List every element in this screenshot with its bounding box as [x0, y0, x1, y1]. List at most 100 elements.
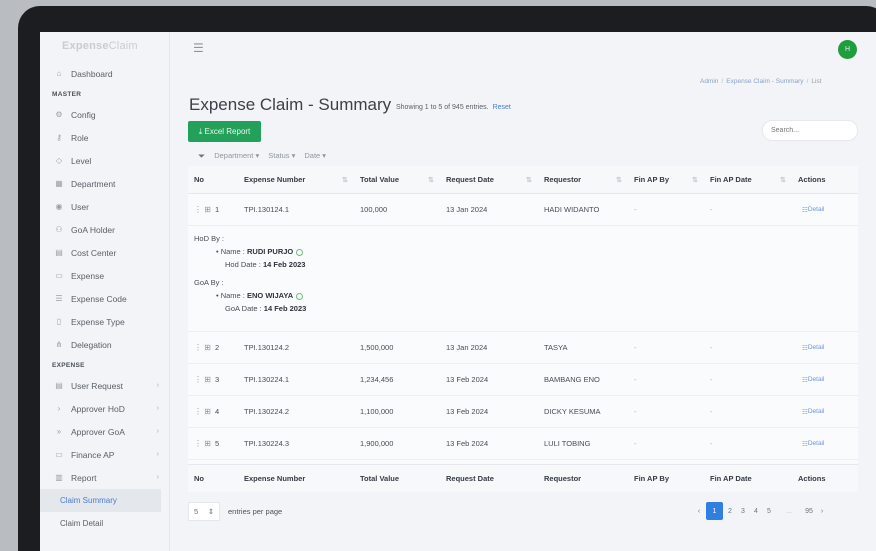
cell-value: 100,000 — [360, 205, 388, 214]
filter-date[interactable]: Date ▾ — [304, 151, 326, 162]
sidebar-item-role[interactable]: ⚷ Role — [40, 126, 169, 149]
sort-icon[interactable]: ⇅ — [526, 166, 532, 193]
sidebar-sub-item-claim-detail[interactable]: Claim Detail — [40, 512, 169, 535]
expand-toggle-icon[interactable]: ⋮ ⊞ — [194, 407, 211, 416]
expand-toggle-icon[interactable]: ⋮ ⊞ — [194, 375, 211, 384]
table-row[interactable]: ⋮ ⊞ 5 TPI.130224.3 1,900,000 13 Feb 2024 LULI… — [188, 428, 858, 460]
column-header-no: No — [194, 175, 204, 184]
sidebar-item-report[interactable]: ▥ Report › — [40, 466, 169, 489]
sidebar-item-level[interactable]: ◇ Level — [40, 149, 169, 172]
column-header-request-date[interactable]: Request Date — [446, 166, 494, 193]
sidebar-item-user-request[interactable]: ▤ User Request › — [40, 374, 169, 397]
row-number: 5 — [214, 439, 220, 448]
chevron-right-icon: › — [156, 382, 159, 389]
per-page-select[interactable]: 5 ⇕ — [188, 502, 220, 521]
chevron-right-icon: › — [156, 405, 159, 412]
detail-button[interactable]: ☷ Detail — [802, 428, 824, 459]
hamburger-menu-icon[interactable]: ☰ — [193, 41, 204, 55]
cell-requestor: LULI TOBING — [544, 439, 591, 448]
sort-icon[interactable]: ⇅ — [692, 166, 698, 193]
cell-number: TPI.130224.3 — [244, 439, 290, 448]
search-input[interactable] — [762, 120, 858, 141]
cell-no: ⋮ ⊞ 3 — [194, 364, 219, 395]
excel-report-button[interactable]: ⤓ Excel Report — [188, 121, 261, 142]
sidebar-item-expense[interactable]: ▭ Expense — [40, 264, 169, 287]
sidebar-item-label: User Request — [71, 380, 123, 391]
sidebar-item-dashboard[interactable]: ⌂ Dashboard — [40, 62, 169, 85]
expand-toggle-icon[interactable]: ⋮ ⊞ — [194, 205, 211, 214]
sidebar-item-approver-hod[interactable]: › Approver HoD › — [40, 397, 169, 420]
sidebar-item-goa-holder[interactable]: ⚇ GoA Holder — [40, 218, 169, 241]
expand-toggle-icon[interactable]: ⋮ ⊞ — [194, 439, 211, 448]
page-5-button[interactable]: 5 — [763, 502, 775, 520]
page-3-button[interactable]: 3 — [737, 502, 749, 520]
filter-department[interactable]: Department ▾ — [214, 151, 259, 162]
sidebar-item-label: Finance AP — [71, 449, 115, 460]
column-header-fin-ap-by[interactable]: Fin AP By — [634, 166, 669, 193]
column-footer-request-date[interactable]: Request Date — [446, 465, 494, 492]
detail-button[interactable]: ☷ Detail — [802, 396, 824, 427]
breadcrumb-current: List — [811, 78, 822, 85]
filter-icon: ⏷ — [198, 151, 206, 161]
column-footer-fin-ap-by[interactable]: Fin AP By — [634, 465, 669, 492]
filter-bar: ⏷ Department ▾ Status ▾ Date ▾ — [198, 151, 326, 162]
prev-page-button[interactable]: ‹ — [693, 502, 705, 520]
detail-button[interactable]: ☷ Detail — [802, 332, 824, 363]
page-1-button[interactable]: 1 — [706, 502, 723, 520]
table-row[interactable]: ⋮ ⊞ 3 TPI.130224.1 1,234,456 13 Feb 2024 BAMB… — [188, 364, 858, 396]
cell-value: 1,234,456 — [360, 375, 394, 384]
sidebar-item-expense-code[interactable]: ☰ Expense Code — [40, 287, 169, 310]
next-page-button[interactable]: › — [816, 502, 828, 520]
sidebar-item-department[interactable]: ▦ Department — [40, 172, 169, 195]
goa-label: GoA By : — [194, 278, 224, 287]
sidebar-item-label: Report — [71, 472, 97, 483]
column-footer-requestor[interactable]: Requestor — [544, 465, 581, 492]
column-header-fin-ap-date[interactable]: Fin AP Date — [710, 166, 752, 193]
sidebar-item-delegation[interactable]: ⋔ Delegation — [40, 333, 169, 356]
sidebar-item-cost-center[interactable]: ▤ Cost Center — [40, 241, 169, 264]
page-2-button[interactable]: 2 — [724, 502, 736, 520]
sort-icon[interactable]: ⇅ — [780, 166, 786, 193]
sidebar: ExpenseClaim ⌂ Dashboard MASTER ⚙ Config ⚷ R… — [40, 32, 170, 551]
sort-icon[interactable]: ⇅ — [428, 166, 434, 193]
table-row[interactable]: ⋮ ⊞ 1 TPI.130124.1 100,000 13 Jan 2024 HADI W… — [188, 194, 858, 226]
chevron-right-icon: › — [156, 428, 159, 435]
grid-icon: ▤ — [55, 248, 63, 257]
cell-requestor: HADI WIDANTO — [544, 205, 600, 214]
column-footer-fin-ap-date[interactable]: Fin AP Date — [710, 465, 752, 492]
sort-icon[interactable]: ⇅ — [342, 166, 348, 193]
sidebar-item-expense-type[interactable]: ▯ Expense Type — [40, 310, 169, 333]
table-row[interactable]: ⋮ ⊞ 2 TPI.130124.2 1,500,000 13 Jan 2024 TASY… — [188, 332, 858, 364]
avatar[interactable]: H — [838, 40, 857, 59]
page-4-button[interactable]: 4 — [750, 502, 762, 520]
sidebar-item-config[interactable]: ⚙ Config — [40, 103, 169, 126]
sidebar-sub-item-claim-summary[interactable]: Claim Summary — [40, 489, 161, 512]
sidebar-item-user[interactable]: ◉ User — [40, 195, 169, 218]
column-header-expense-number[interactable]: Expense Number — [244, 166, 305, 193]
column-footer-total-value[interactable]: Total Value — [360, 465, 399, 492]
breadcrumb-admin[interactable]: Admin — [700, 78, 718, 85]
column-footer-expense-number[interactable]: Expense Number — [244, 465, 305, 492]
per-page-control: 5 ⇕ entries per page — [188, 502, 282, 521]
column-header-total-value[interactable]: Total Value — [360, 166, 399, 193]
row-number: 4 — [214, 407, 220, 416]
sidebar-item-approver-goa[interactable]: » Approver GoA › — [40, 420, 169, 443]
page-last-button[interactable]: 95 — [803, 502, 815, 520]
sidebar-item-finance-ap[interactable]: ▭ Finance AP › — [40, 443, 169, 466]
key-icon: ⚷ — [56, 133, 62, 142]
cell-value: 1,500,000 — [360, 343, 394, 352]
expand-toggle-icon[interactable]: ⋮ ⊞ — [194, 343, 211, 352]
clipboard-icon: ▤ — [55, 381, 63, 390]
reset-link[interactable]: Reset — [493, 104, 511, 111]
app-screen: ExpenseClaim ⌂ Dashboard MASTER ⚙ Config ⚷ R… — [40, 32, 876, 551]
cell-number: TPI.130124.1 — [244, 205, 290, 214]
detail-button[interactable]: ☷ Detail — [802, 194, 824, 225]
breadcrumb-summary[interactable]: Expense Claim - Summary — [726, 78, 803, 85]
app-logo[interactable]: ExpenseClaim — [40, 32, 169, 62]
column-header-requestor[interactable]: Requestor — [544, 166, 581, 193]
filter-status[interactable]: Status ▾ — [268, 151, 295, 162]
table-row[interactable]: ⋮ ⊞ 4 TPI.130224.2 1,100,000 13 Feb 2024 DICK… — [188, 396, 858, 428]
detail-button[interactable]: ☷ Detail — [802, 364, 824, 395]
sort-icon[interactable]: ⇅ — [616, 166, 622, 193]
building-icon: ▦ — [55, 179, 63, 188]
